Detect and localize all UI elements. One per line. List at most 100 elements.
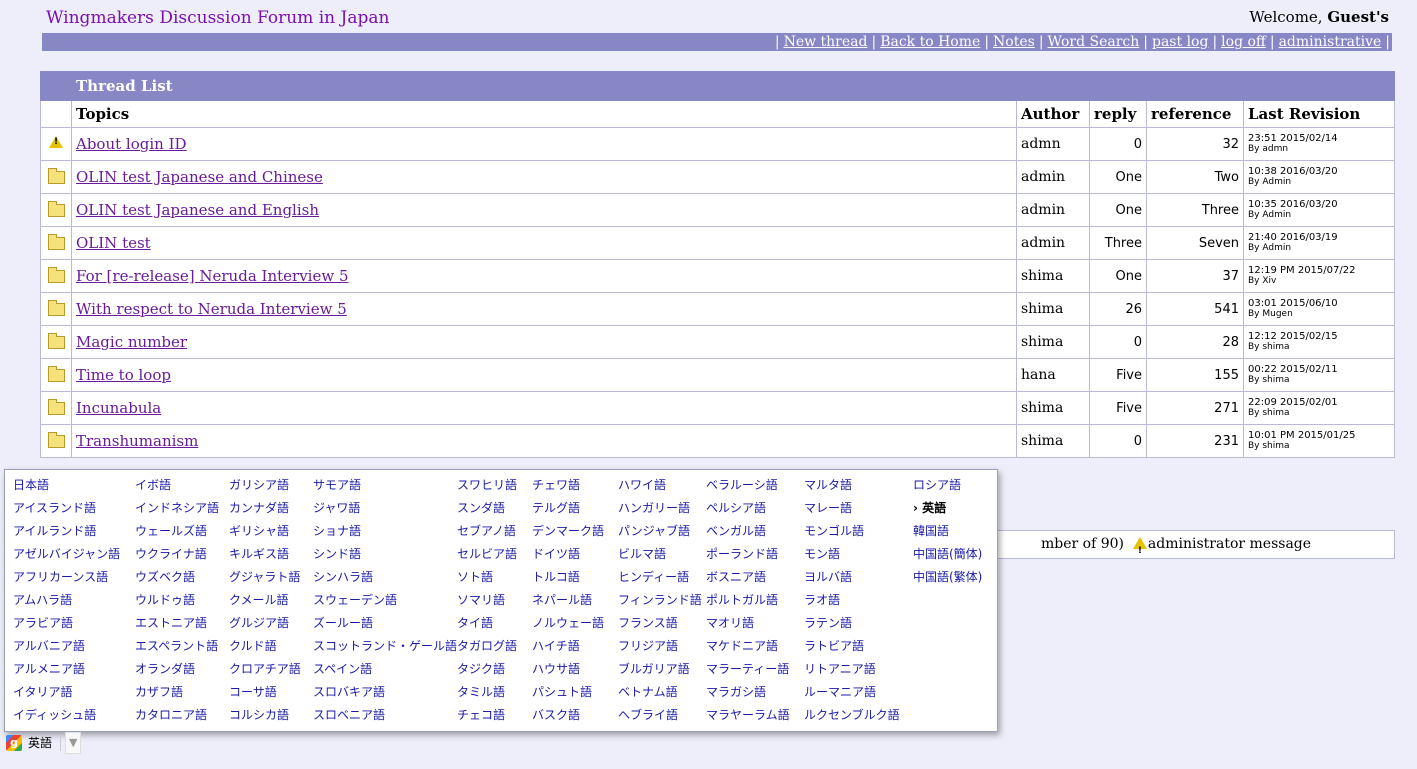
language-option[interactable]: サモア語 [313, 477, 457, 500]
topic-link[interactable]: OLIN test Japanese and English [76, 201, 319, 219]
language-option[interactable]: テルグ語 [532, 500, 604, 523]
language-option[interactable]: ウルドゥ語 [135, 592, 219, 615]
language-option[interactable]: ルクセンブルク語 [804, 707, 900, 730]
language-option[interactable]: エスペラント語 [135, 638, 219, 661]
language-option[interactable]: アルメニア語 [13, 661, 120, 684]
language-option[interactable]: マラーティー語 [706, 661, 790, 684]
language-option[interactable]: ブルガリア語 [618, 661, 702, 684]
language-option[interactable]: フィンランド語 [618, 592, 702, 615]
language-option[interactable]: タジク語 [457, 661, 517, 684]
language-option[interactable]: アフリカーンス語 [13, 569, 120, 592]
language-option[interactable]: シンド語 [313, 546, 457, 569]
language-option[interactable]: 韓国語 [913, 523, 982, 546]
language-option[interactable]: クルド語 [229, 638, 301, 661]
current-language[interactable]: 英語 [28, 733, 52, 753]
language-option[interactable]: スペイン語 [313, 661, 457, 684]
language-option[interactable]: アイスランド語 [13, 500, 120, 523]
language-option[interactable]: コルシカ語 [229, 707, 301, 730]
language-option[interactable]: ラトビア語 [804, 638, 900, 661]
language-option[interactable]: 中国語(簡体) [913, 546, 982, 569]
language-option[interactable]: アルバニア語 [13, 638, 120, 661]
language-option[interactable]: ベンガル語 [706, 523, 790, 546]
language-option[interactable]: ロシア語 [913, 477, 982, 500]
language-option[interactable]: マレー語 [804, 500, 900, 523]
language-option[interactable]: ジャワ語 [313, 500, 457, 523]
language-option[interactable]: モンゴル語 [804, 523, 900, 546]
language-option[interactable]: クメール語 [229, 592, 301, 615]
language-option[interactable]: ソト語 [457, 569, 517, 592]
language-option[interactable]: ドイツ語 [532, 546, 604, 569]
language-option[interactable]: オランダ語 [135, 661, 219, 684]
new-thread-link[interactable]: New thread [784, 34, 868, 50]
topic-link[interactable]: Time to loop [76, 366, 171, 384]
language-option[interactable]: パンジャブ語 [618, 523, 702, 546]
language-option[interactable]: スコットランド・ゲール語 [313, 638, 457, 661]
language-option[interactable]: フランス語 [618, 615, 702, 638]
topic-link[interactable]: For [re-release] Neruda Interview 5 [76, 267, 349, 285]
language-option[interactable]: イディッシュ語 [13, 707, 120, 730]
language-option[interactable]: イタリア語 [13, 684, 120, 707]
language-option[interactable]: ヒンディー語 [618, 569, 702, 592]
language-option[interactable]: ソマリ語 [457, 592, 517, 615]
language-option[interactable]: フリジア語 [618, 638, 702, 661]
language-option[interactable]: マルタ語 [804, 477, 900, 500]
google-translate-bar[interactable]: g 英語 ▼ [6, 732, 82, 754]
topic-link[interactable]: OLIN test Japanese and Chinese [76, 168, 323, 186]
language-option[interactable]: ノルウェー語 [532, 615, 604, 638]
language-option[interactable]: ハワイ語 [618, 477, 702, 500]
language-option[interactable]: グジャラト語 [229, 569, 301, 592]
language-option[interactable]: ズールー語 [313, 615, 457, 638]
language-option[interactable]: キルギス語 [229, 546, 301, 569]
language-option[interactable]: ショナ語 [313, 523, 457, 546]
language-option[interactable]: ウェールズ語 [135, 523, 219, 546]
language-option[interactable]: 中国語(繁体) [913, 569, 982, 592]
language-option[interactable]: タガログ語 [457, 638, 517, 661]
language-option[interactable]: チェワ語 [532, 477, 604, 500]
language-option[interactable]: カザフ語 [135, 684, 219, 707]
language-option[interactable]: クロアチア語 [229, 661, 301, 684]
topic-link[interactable]: OLIN test [76, 234, 151, 252]
language-option[interactable]: モン語 [804, 546, 900, 569]
language-option[interactable]: コーサ語 [229, 684, 301, 707]
language-option[interactable]: マケドニア語 [706, 638, 790, 661]
topic-link[interactable]: Magic number [76, 333, 187, 351]
language-option[interactable]: シンハラ語 [313, 569, 457, 592]
language-option[interactable]: カタロニア語 [135, 707, 219, 730]
language-option[interactable]: ヨルバ語 [804, 569, 900, 592]
language-option[interactable]: ポーランド語 [706, 546, 790, 569]
language-option[interactable]: スロベニア語 [313, 707, 457, 730]
language-option[interactable]: ハイチ語 [532, 638, 604, 661]
topic-link[interactable]: About login ID [76, 135, 187, 153]
language-option[interactable]: エストニア語 [135, 615, 219, 638]
language-option[interactable]: マオリ語 [706, 615, 790, 638]
language-option[interactable]: グルジア語 [229, 615, 301, 638]
chevron-down-icon[interactable]: ▼ [65, 732, 82, 754]
language-option[interactable]: トルコ語 [532, 569, 604, 592]
language-option[interactable]: 日本語 [13, 477, 120, 500]
language-option[interactable]: ルーマニア語 [804, 684, 900, 707]
language-option[interactable]: パシュト語 [532, 684, 604, 707]
language-option[interactable]: バスク語 [532, 707, 604, 730]
language-option[interactable]: ガリシア語 [229, 477, 301, 500]
language-option[interactable]: スワヒリ語 [457, 477, 517, 500]
language-option[interactable]: スンダ語 [457, 500, 517, 523]
language-option[interactable]: ラテン語 [804, 615, 900, 638]
language-option[interactable]: ペルシア語 [706, 500, 790, 523]
language-option[interactable]: アイルランド語 [13, 523, 120, 546]
language-option[interactable]: タミル語 [457, 684, 517, 707]
language-option[interactable]: ギリシャ語 [229, 523, 301, 546]
topic-link[interactable]: Incunabula [76, 399, 161, 417]
language-option[interactable]: カンナダ語 [229, 500, 301, 523]
language-option[interactable]: スウェーデン語 [313, 592, 457, 615]
word-search-link[interactable]: Word Search [1048, 34, 1140, 50]
topic-link[interactable]: With respect to Neruda Interview 5 [76, 300, 347, 318]
language-option[interactable]: アラビア語 [13, 615, 120, 638]
language-option[interactable]: セブアノ語 [457, 523, 517, 546]
language-option[interactable]: ネパール語 [532, 592, 604, 615]
language-option[interactable]: ベラルーシ語 [706, 477, 790, 500]
language-option[interactable]: マラガシ語 [706, 684, 790, 707]
language-option[interactable]: ウクライナ語 [135, 546, 219, 569]
language-option[interactable]: チェコ語 [457, 707, 517, 730]
language-option[interactable]: ラオ語 [804, 592, 900, 615]
language-option[interactable]: タイ語 [457, 615, 517, 638]
